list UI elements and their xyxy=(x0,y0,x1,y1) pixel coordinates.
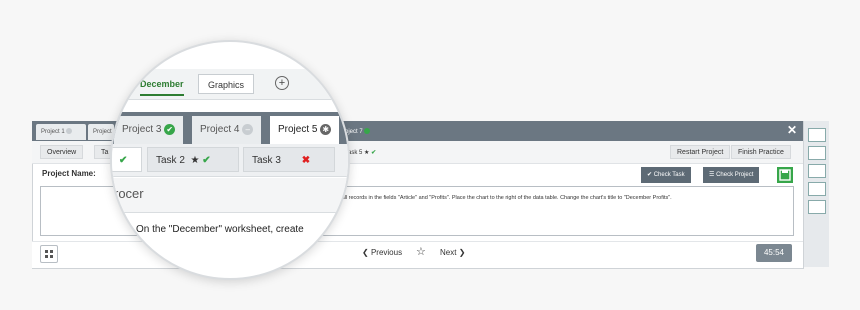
task-label: Task 2 xyxy=(156,155,185,166)
timer-badge: 45:54 xyxy=(756,244,792,262)
check-project-button[interactable]: ☰ Check Project xyxy=(703,167,760,183)
check-project-label: Check Project xyxy=(716,172,754,178)
star-icon: ★ xyxy=(187,155,200,166)
project-tab-label: Project 4 xyxy=(200,124,240,135)
check-task-button[interactable]: ✔ Check Task xyxy=(641,167,691,183)
chevron-right-icon: ❯ xyxy=(458,248,466,257)
check-icon: ✔ xyxy=(647,172,653,178)
check-task-label: Check Task xyxy=(653,172,685,178)
thumbnail[interactable] xyxy=(808,146,826,160)
finish-practice-button[interactable]: Finish Practice xyxy=(731,145,791,159)
project-tab-2[interactable]: Project xyxy=(88,124,114,140)
thumbnail[interactable] xyxy=(808,182,826,196)
next-button[interactable]: Next ❯ xyxy=(440,248,465,257)
chevron-left-icon: ❮ xyxy=(362,248,369,257)
previous-label: Previous xyxy=(370,248,403,257)
check-icon: ✔ xyxy=(164,123,176,135)
status-icon: – xyxy=(242,123,254,135)
project-name-label: Project Name: xyxy=(42,169,96,178)
sheet-tab-december[interactable]: December xyxy=(140,74,184,96)
check-icon xyxy=(364,128,371,135)
project-tab-label: Project 1 xyxy=(41,129,65,135)
task-instructions-text-zoom: On the "December" worksheet, create xyxy=(136,224,304,235)
thumbnail[interactable] xyxy=(808,200,826,214)
save-icon[interactable] xyxy=(777,167,793,183)
project-tab-4[interactable]: Project 4 – xyxy=(192,116,262,144)
list-icon: ☰ xyxy=(709,172,715,178)
project-name-value: rocer xyxy=(114,186,144,201)
gear-icon: ✱ xyxy=(320,123,332,135)
task-2-tab[interactable]: Task 2 ★ ✔ xyxy=(147,147,239,172)
task-3-tab[interactable]: Task 3 ✖ xyxy=(243,147,335,172)
project-tab-label: Project 3 xyxy=(122,124,162,135)
thumbnail[interactable] xyxy=(808,164,826,178)
magnifier-lens: December Graphics + Project 3 ✔ Project … xyxy=(110,40,350,280)
project-tab-1[interactable]: Project 1 xyxy=(36,124,86,140)
status-icon xyxy=(66,128,73,135)
task-instructions-text: sing all records in the fields "Article"… xyxy=(330,195,672,201)
project-name-field[interactable] xyxy=(112,178,348,213)
project-tab-3[interactable]: Project 3 ✔ xyxy=(114,116,184,144)
check-icon: ✔ xyxy=(119,155,128,166)
add-sheet-icon[interactable]: + xyxy=(275,76,289,90)
project-tab-5[interactable]: Project 5 ✱ xyxy=(270,116,340,144)
check-icon: ✔ xyxy=(371,150,377,156)
thumbnail[interactable] xyxy=(808,128,826,142)
project-tab-label: Project 5 xyxy=(278,124,318,135)
previous-button[interactable]: ❮ Previous xyxy=(362,248,402,257)
close-icon: ✖ xyxy=(301,155,311,166)
star-icon: ★ xyxy=(364,150,370,156)
star-icon[interactable]: ☆ xyxy=(416,245,426,258)
task-label: Task 3 xyxy=(252,155,281,166)
close-icon[interactable]: ✕ xyxy=(787,123,797,137)
sheet-tab-graphics[interactable]: Graphics xyxy=(198,74,254,94)
project-tab-label: Project xyxy=(93,129,112,135)
task-1-tab[interactable]: ✔ xyxy=(112,147,142,172)
overview-button[interactable]: Overview xyxy=(40,145,84,159)
grid-icon[interactable] xyxy=(40,245,58,263)
next-label: Next xyxy=(440,248,457,257)
restart-project-button[interactable]: Restart Project xyxy=(670,145,731,159)
check-icon: ✔ xyxy=(202,155,211,166)
